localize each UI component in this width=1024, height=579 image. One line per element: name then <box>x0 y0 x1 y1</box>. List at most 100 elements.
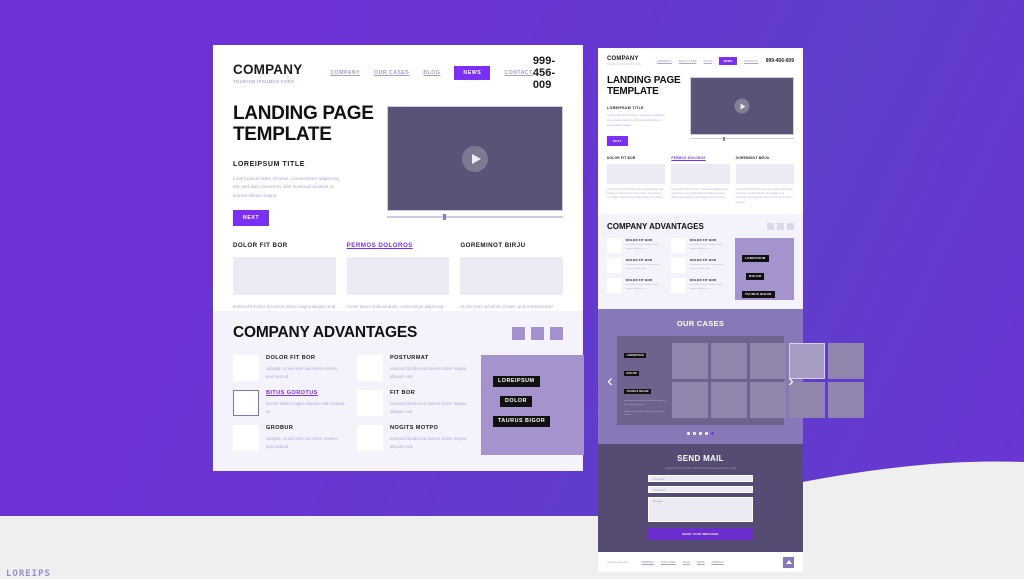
preview-phone[interactable]: 999-456-009 <box>766 58 794 64</box>
footer-link-blog[interactable]: BLOG <box>683 561 690 564</box>
item-thumbnail <box>607 238 622 254</box>
footer-link-our-cases[interactable]: OUR CASES <box>661 561 676 564</box>
preview-nav-news[interactable]: NEWS <box>719 57 738 65</box>
case-text-1: sed diam nonummy nibh euismod tincidunt … <box>624 400 666 406</box>
send-mail-subtitle: sed diam nonummy nibh euismod tincidunt … <box>664 467 737 471</box>
list-item: POSTURMAT euismod tincidunt ut laoreet d… <box>357 355 470 381</box>
send-message-button[interactable]: SEND YOUR MESSAGE <box>648 528 753 541</box>
case-thumbnail[interactable] <box>828 382 865 419</box>
main-nav: COMPANY OUR CASES BLOG NEWS CONTACT <box>330 66 532 80</box>
item-title: DOLOR FIT BOR <box>626 238 653 243</box>
footer-website[interactable]: www.company.com <box>607 561 628 564</box>
pagination-dot[interactable] <box>705 432 708 436</box>
case-line-1: LOREIPSUM <box>624 352 647 359</box>
promo-banner[interactable]: LOREIPSUM DOLOR TAURUS BIGOR <box>481 355 584 455</box>
nav-item-our-cases[interactable]: OUR CASES <box>374 70 409 76</box>
full-page-preview: COMPANY TOURISM IPSUMUS FORS COMPANY OUR… <box>598 48 865 573</box>
nav-item-company[interactable]: COMPANY <box>330 70 360 76</box>
preview-body: Lorem ipsum dolor sit amet, consectetuer… <box>607 114 665 127</box>
advantages-column-left: DOLOR FIT BOR volutpat. Ut wisi enim ad … <box>233 355 346 460</box>
promo-line-2: DOLOR <box>500 395 532 407</box>
item-title: DOLOR FIT BOR <box>690 238 717 243</box>
feature-title: GOREMINOT BIRJU <box>460 241 526 249</box>
brand[interactable]: COMPANY TOURISM IPSUMUS FORS <box>233 61 303 83</box>
play-icon[interactable] <box>734 98 750 114</box>
message-field[interactable]: Message <box>648 497 753 523</box>
case-thumbnail[interactable] <box>750 382 787 419</box>
footer-link-company[interactable]: COMPANY <box>641 561 654 564</box>
company-advantages-section: COMPANY ADVANTAGES DOLOR FIT BOR volutpa… <box>213 311 584 471</box>
footer-link-contact[interactable]: CONTACT <box>712 561 724 564</box>
name-field[interactable]: Your name <box>648 475 753 483</box>
preview-promo-banner[interactable]: LOREIPSUM DOLOR TAURUS BIGOR <box>735 238 794 301</box>
case-thumbnail[interactable] <box>711 382 748 419</box>
pagination-dot[interactable] <box>687 432 690 436</box>
preview-subtitle: LOREIPSUM TITLE <box>607 106 644 111</box>
next-button[interactable]: NEXT <box>233 209 270 226</box>
preview-feature-title: DOLOR FIT BOR <box>607 155 636 160</box>
video-player[interactable] <box>387 106 563 211</box>
nav-item-blog[interactable]: BLOG <box>423 70 440 76</box>
play-icon[interactable] <box>462 145 488 172</box>
nav-item-contact[interactable]: CONTACT <box>504 70 532 76</box>
progress-track <box>387 216 563 218</box>
nav-item-news[interactable]: NEWS <box>454 66 491 80</box>
preview-advantages-column: DOLOR FIT BOR euismod tincidunt ut laore… <box>607 238 665 300</box>
preview-next-button[interactable]: NEXT <box>607 135 628 146</box>
phone-number[interactable]: 999-456-009 <box>533 55 563 91</box>
item-title: DOLOR FIT BOR <box>626 258 653 263</box>
advantages-column-right: POSTURMAT euismod tincidunt ut laoreet d… <box>357 355 470 460</box>
item-text: volutpat. Ut wisi enim ad minim veniam, … <box>266 366 338 379</box>
item-text: volutpat. Ut wisi enim ad minim veniam, … <box>266 436 338 449</box>
hero-body-text: Lorem ipsum dolor sit amet, consectetuer… <box>233 175 339 198</box>
case-line-2: DOLOR <box>624 370 640 377</box>
item-text: euismod tincidunt ut laoreet dolore magn… <box>690 264 724 271</box>
case-thumbnail[interactable] <box>672 343 709 380</box>
item-title: DOLOR FIT BOR <box>626 278 653 283</box>
preview-nav-company[interactable]: COMPANY <box>657 60 672 63</box>
pagination-dot[interactable] <box>699 432 702 436</box>
case-thumbnail-grid <box>672 343 865 419</box>
feature-title-link[interactable]: PERMOS DOLOROS <box>347 242 450 249</box>
case-thumbnail[interactable] <box>672 382 709 419</box>
preview-brand[interactable]: COMPANY TOURISM IPSUMUS FORS <box>607 56 641 66</box>
preview-video-progress[interactable] <box>690 137 794 141</box>
item-title: DOLOR FIT BOR <box>690 258 717 263</box>
case-thumbnail[interactable] <box>750 343 787 380</box>
case-thumbnail[interactable] <box>828 343 865 380</box>
preview-nav-contact[interactable]: CONTACT <box>744 60 758 63</box>
corner-watermark: LOREIPS <box>6 569 51 579</box>
pagination-dot-active[interactable] <box>711 432 714 436</box>
preview-nav-our-cases[interactable]: OUR CASES <box>679 60 697 63</box>
decorative-square <box>787 223 794 231</box>
email-field[interactable]: Your e-mail <box>648 486 753 494</box>
progress-knob[interactable] <box>723 137 725 141</box>
video-progress-bar[interactable] <box>387 214 563 220</box>
list-item: DOLOR FIT BOR euismod tincidunt ut laore… <box>671 258 729 274</box>
preview-feature-image <box>607 163 666 184</box>
item-thumbnail <box>671 238 686 254</box>
chevron-right-icon[interactable]: › <box>784 372 798 389</box>
preview-feature-title-link[interactable]: PERMOS DOLOROS <box>671 156 729 160</box>
advantages-title: COMPANY ADVANTAGES <box>233 324 418 341</box>
promo-line-1: LOREIPSUM <box>742 254 769 262</box>
progress-knob[interactable] <box>443 214 446 220</box>
decorative-square <box>512 326 525 340</box>
send-mail-section: SEND MAIL sed diam nonummy nibh euismod … <box>598 444 803 553</box>
item-thumbnail <box>607 278 622 294</box>
pagination-dot[interactable] <box>693 432 696 436</box>
preview-video-player[interactable] <box>690 77 794 135</box>
item-text: euismod tincidunt ut laoreet dolore magn… <box>626 264 660 271</box>
preview-footer: www.company.com COMPANY OUR CASES BLOG N… <box>598 552 803 573</box>
case-thumbnail[interactable] <box>711 343 748 380</box>
item-title-link[interactable]: BITUS GOROTUS <box>266 390 346 396</box>
brand-name: COMPANY <box>233 61 303 77</box>
scroll-to-top-icon[interactable] <box>783 556 794 568</box>
item-thumbnail <box>671 278 686 294</box>
footer-link-news[interactable]: NEWS <box>697 561 705 564</box>
hero-subtitle: LOREIPSUM TITLE <box>233 160 305 168</box>
item-text: euismod tincidunt ut laoreet dolore magn… <box>390 401 467 414</box>
preview-hero: LANDING PAGE TEMPLATE LOREIPSUM TITLE Lo… <box>607 75 794 147</box>
preview-nav-blog[interactable]: BLOG <box>704 60 713 63</box>
chevron-left-icon[interactable]: ‹ <box>603 372 617 389</box>
